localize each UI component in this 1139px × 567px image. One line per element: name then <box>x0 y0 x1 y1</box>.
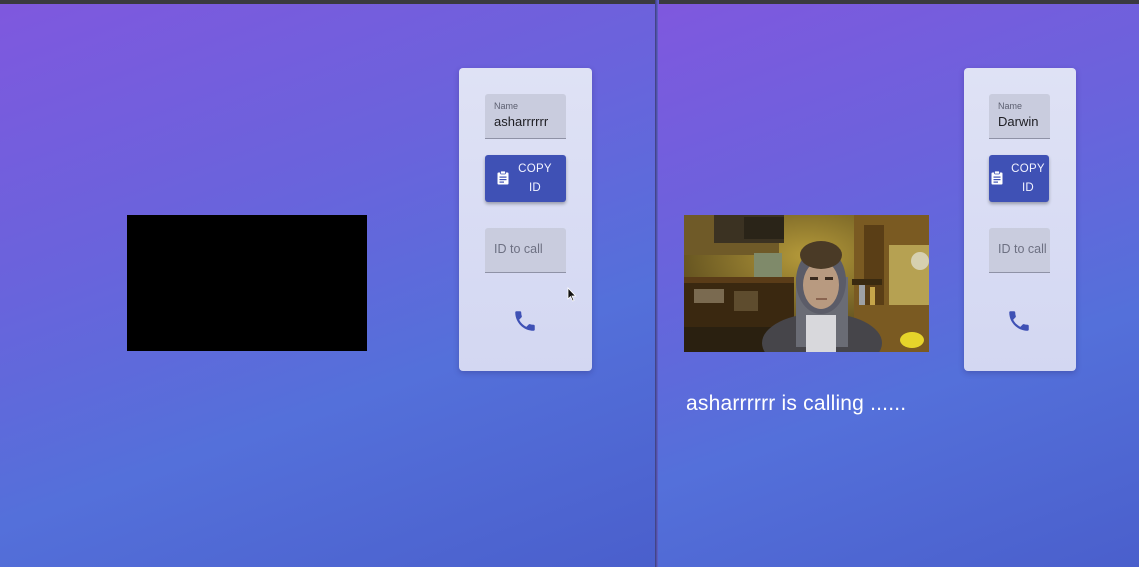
remote-video <box>684 215 929 352</box>
incoming-call-message: asharrrrrr is calling ...... <box>686 392 907 415</box>
left-client-pane: Name asharrrrrr COPY ID ID to call <box>0 4 656 567</box>
controls-card: Name asharrrrrr COPY ID ID to call <box>459 68 592 371</box>
copy-button-label-line2: ID <box>1021 182 1035 194</box>
copy-id-button[interactable]: COPY ID <box>989 155 1049 202</box>
copy-button-label-line1: COPY <box>1011 163 1045 175</box>
copy-id-button[interactable]: COPY ID <box>485 155 566 202</box>
name-field[interactable]: Name asharrrrrr <box>485 94 566 139</box>
id-to-call-placeholder: ID to call <box>998 242 1047 256</box>
name-field-value: asharrrrrr <box>494 114 549 129</box>
name-field-label: Name <box>998 101 1023 111</box>
phone-icon[interactable] <box>512 308 538 334</box>
right-client-pane: Name Darwin COPY ID ID to call asharrrrr… <box>658 4 1139 567</box>
clipboard-icon <box>991 171 1003 185</box>
id-to-call-field[interactable]: ID to call <box>989 228 1050 273</box>
name-field-value: Darwin <box>998 114 1039 129</box>
mouse-cursor-icon <box>567 287 577 302</box>
local-video <box>127 215 367 351</box>
name-field[interactable]: Name Darwin <box>989 94 1050 139</box>
controls-card: Name Darwin COPY ID ID to call <box>964 68 1076 371</box>
copy-button-label-line1: COPY <box>518 163 552 175</box>
clipboard-icon <box>497 171 509 185</box>
phone-icon[interactable] <box>1006 308 1032 334</box>
copy-button-label-line2: ID <box>528 182 542 194</box>
id-to-call-placeholder: ID to call <box>494 242 543 256</box>
name-field-label: Name <box>494 101 519 111</box>
remote-video-feed <box>684 215 929 352</box>
id-to-call-field[interactable]: ID to call <box>485 228 566 273</box>
